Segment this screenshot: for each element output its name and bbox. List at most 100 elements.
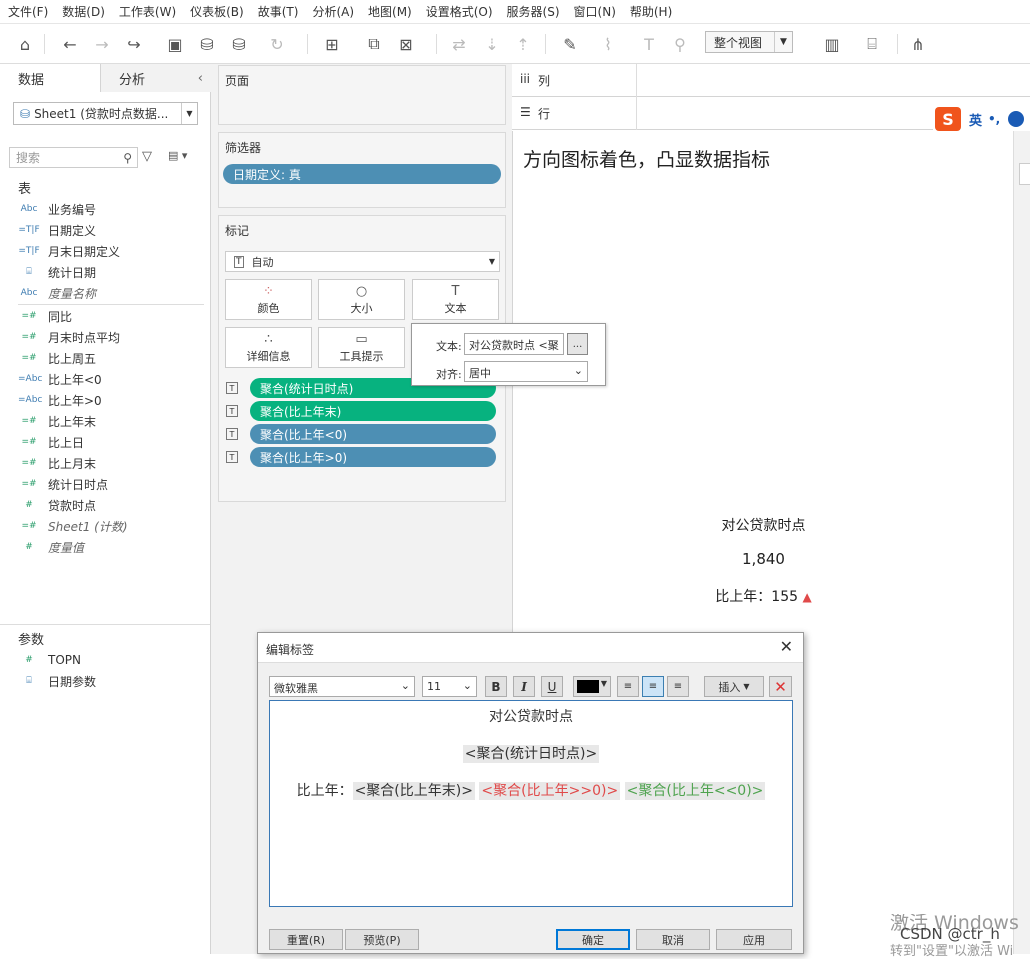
tab-analysis[interactable]: 分析 ‹ bbox=[101, 64, 211, 92]
insert-button[interactable]: 插入 ▼ bbox=[704, 676, 764, 697]
color-button[interactable]: ⁘ 颜色 bbox=[225, 279, 312, 320]
swap-icon[interactable]: ⇄ bbox=[447, 32, 471, 56]
new-datasource-icon[interactable]: ⛁ bbox=[195, 32, 219, 56]
menu-item[interactable]: 分析(A) bbox=[312, 3, 354, 20]
field-label: 贷款时点 bbox=[48, 498, 97, 513]
clear-sheet-icon[interactable]: ⊠ bbox=[394, 32, 418, 56]
pages-card[interactable]: 页面 bbox=[218, 65, 506, 125]
mark-type-select[interactable]: T 自动 ▼ bbox=[225, 251, 500, 272]
pin-icon[interactable]: ⚲ bbox=[668, 32, 692, 56]
field-item[interactable]: ⌸ 统计日期 bbox=[0, 262, 210, 282]
datasource-icon[interactable]: ⛁ bbox=[227, 32, 251, 56]
field-item[interactable]: =Abc 比上年<0 bbox=[0, 369, 210, 389]
datasource-select[interactable]: ⛁ Sheet1 (贷款时点数据... ▼ bbox=[13, 102, 198, 125]
field-item[interactable]: ⌸ 日期参数 bbox=[0, 671, 210, 691]
text-value-field[interactable]: 对公贷款时点 <聚 bbox=[464, 333, 564, 355]
menu-item[interactable]: 地图(M) bbox=[368, 3, 412, 20]
filter-pill[interactable]: 日期定义: 真 bbox=[223, 164, 501, 184]
duplicate-sheet-icon[interactable]: ⧉ bbox=[362, 32, 386, 56]
save-icon[interactable]: ▣ bbox=[163, 32, 187, 56]
show-me-icon[interactable]: ▥ bbox=[820, 32, 844, 56]
refresh-icon[interactable]: ↻ bbox=[265, 32, 289, 56]
size-button[interactable]: ○ 大小 bbox=[318, 279, 405, 320]
new-sheet-icon[interactable]: ⊞ bbox=[320, 32, 344, 56]
menu-item[interactable]: 帮助(H) bbox=[630, 3, 672, 20]
tab-data[interactable]: 数据 bbox=[0, 64, 101, 92]
menu-item[interactable]: 仪表板(B) bbox=[190, 3, 244, 20]
share-icon[interactable]: ⋔ bbox=[906, 32, 930, 56]
highlight-icon[interactable]: ✎ bbox=[558, 32, 582, 56]
kpi-label: 对公贷款时点 bbox=[721, 518, 806, 534]
align-left-button[interactable]: ≡ bbox=[617, 676, 639, 697]
ok-button[interactable]: 确定 bbox=[556, 929, 630, 950]
forward-icon[interactable]: → bbox=[90, 32, 114, 56]
menu-item[interactable]: 服务器(S) bbox=[507, 3, 560, 20]
view-mode-select[interactable]: 整个视图 ▼ bbox=[705, 31, 793, 53]
reset-button[interactable]: 重置(R) bbox=[269, 929, 343, 950]
clear-icon[interactable]: ✕ bbox=[769, 676, 792, 697]
color-picker[interactable]: ▼ bbox=[573, 676, 611, 697]
field-item[interactable]: =# 比上周五 bbox=[0, 348, 210, 368]
align-center-button[interactable]: ≡ bbox=[642, 676, 664, 697]
text-icon: T bbox=[226, 451, 238, 463]
search-input[interactable]: 搜索 ⚲ bbox=[9, 147, 138, 168]
mark-pill[interactable]: 聚合(比上年末) bbox=[250, 401, 496, 421]
back-icon[interactable]: ← bbox=[58, 32, 82, 56]
field-item[interactable]: =T|F 月末日期定义 bbox=[0, 241, 210, 261]
detail-button[interactable]: ∴ 详细信息 bbox=[225, 327, 312, 368]
field-item[interactable]: Abc 业务编号 bbox=[0, 199, 210, 219]
preview-button[interactable]: 预览(P) bbox=[345, 929, 419, 950]
underline-button[interactable]: U bbox=[541, 676, 563, 697]
close-icon[interactable]: ✕ bbox=[780, 637, 793, 656]
align-select[interactable]: 居中 ⌄ bbox=[464, 361, 588, 382]
field-token-red: <聚合(比上年>>0)> bbox=[479, 782, 621, 800]
menu-item[interactable]: 窗口(N) bbox=[574, 3, 616, 20]
font-select[interactable]: 微软雅黑 ⌄ bbox=[269, 676, 415, 697]
field-item[interactable]: =Abc 比上年>0 bbox=[0, 390, 210, 410]
field-item[interactable]: =# 同比 bbox=[0, 306, 210, 326]
field-item[interactable]: =# 统计日时点 bbox=[0, 474, 210, 494]
field-item[interactable]: # TOPN bbox=[0, 650, 210, 670]
redo-icon[interactable]: ↪ bbox=[122, 32, 146, 56]
bold-button[interactable]: B bbox=[485, 676, 507, 697]
cancel-button[interactable]: 取消 bbox=[636, 929, 710, 950]
view-list-icon[interactable]: ▤ ▾ bbox=[168, 149, 187, 162]
font-size-select[interactable]: 11 ⌄ bbox=[422, 676, 477, 697]
field-item[interactable]: =# 比上月末 bbox=[0, 453, 210, 473]
label-editor[interactable]: 对公贷款时点 <聚合(统计日时点)> 比上年： <聚合(比上年末)> <聚合(比上… bbox=[269, 700, 793, 907]
italic-button[interactable]: I bbox=[513, 676, 535, 697]
collapse-icon[interactable]: ‹ bbox=[198, 71, 203, 86]
field-item[interactable]: =# 比上年末 bbox=[0, 411, 210, 431]
presentation-icon[interactable]: ⌸ bbox=[860, 32, 884, 56]
align-right-button[interactable]: ≡ bbox=[667, 676, 689, 697]
right-scroll-pane[interactable] bbox=[1013, 131, 1030, 954]
menu-item[interactable]: 文件(F) bbox=[8, 3, 48, 20]
ime-toolbar[interactable]: S 英 •, bbox=[933, 105, 1030, 133]
apply-button[interactable]: 应用 bbox=[716, 929, 792, 950]
home-icon[interactable]: ⌂ bbox=[13, 32, 37, 56]
menu-item[interactable]: 数据(D) bbox=[62, 3, 105, 20]
field-item[interactable]: =# 比上日 bbox=[0, 432, 210, 452]
menu-item[interactable]: 工作表(W) bbox=[119, 3, 176, 20]
text-button[interactable]: T 文本 bbox=[412, 279, 499, 320]
label-icon[interactable]: T bbox=[637, 32, 661, 56]
field-item[interactable]: =# 月末时点平均 bbox=[0, 327, 210, 347]
mark-pill[interactable]: 聚合(比上年>0) bbox=[250, 447, 496, 467]
tooltip-button[interactable]: ▭ 工具提示 bbox=[318, 327, 405, 368]
sort-desc-icon[interactable]: ⇡ bbox=[511, 32, 535, 56]
menu-item[interactable]: 故事(T) bbox=[258, 3, 299, 20]
field-item[interactable]: Abc 度量名称 bbox=[0, 283, 210, 303]
mark-pill[interactable]: 聚合(比上年<0) bbox=[250, 424, 496, 444]
columns-shelf[interactable]: iii 列 bbox=[512, 64, 1030, 97]
field-item[interactable]: # 贷款时点 bbox=[0, 495, 210, 515]
attach-icon[interactable]: ⌇ bbox=[596, 32, 620, 56]
filters-card[interactable]: 筛选器 日期定义: 真 bbox=[218, 132, 506, 208]
field-item[interactable]: =T|F 日期定义 bbox=[0, 220, 210, 240]
filter-icon[interactable]: ▽ bbox=[142, 149, 152, 164]
sort-asc-icon[interactable]: ⇣ bbox=[480, 32, 504, 56]
field-item[interactable]: # 度量值 bbox=[0, 537, 210, 557]
more-button[interactable]: ... bbox=[567, 333, 588, 355]
field-item[interactable]: =# Sheet1 (计数) bbox=[0, 516, 210, 536]
menu-item[interactable]: 设置格式(O) bbox=[426, 3, 493, 20]
side-control[interactable] bbox=[1019, 163, 1030, 185]
